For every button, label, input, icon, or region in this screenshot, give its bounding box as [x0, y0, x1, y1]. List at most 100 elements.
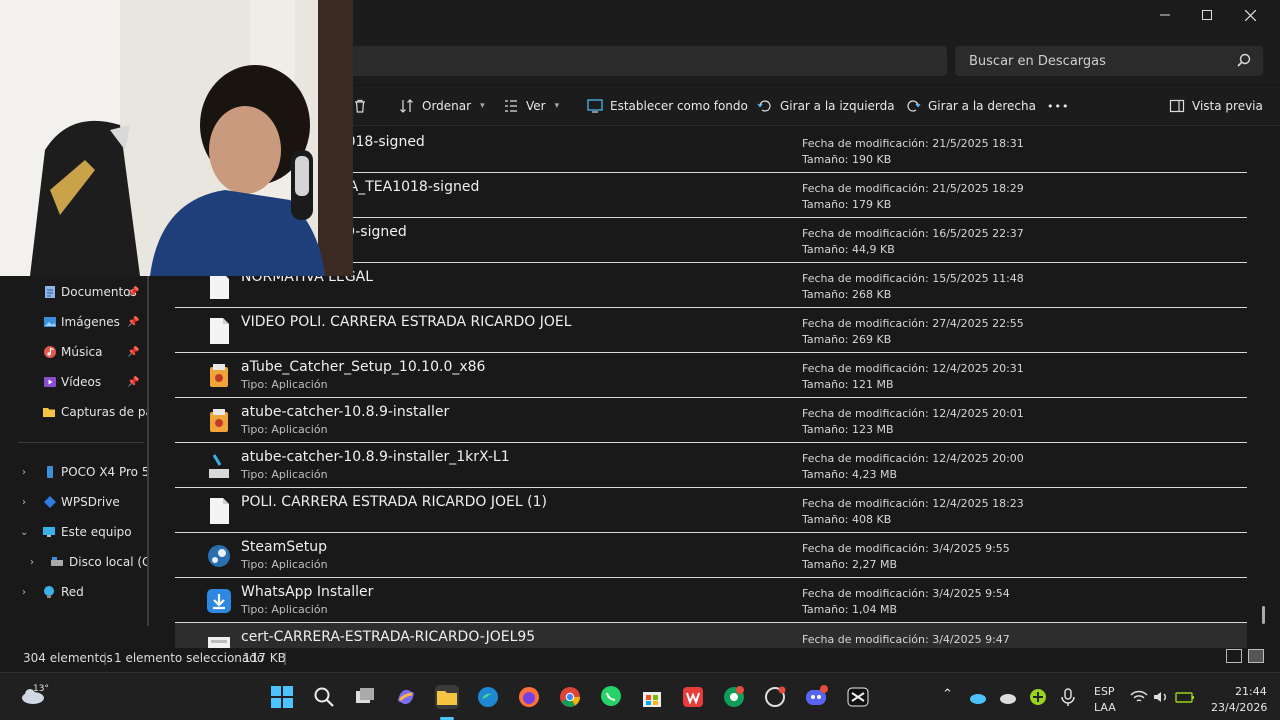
onedrive-tray-icon[interactable]: [968, 687, 988, 707]
sidebar-item-label: Imágenes: [61, 315, 120, 329]
copilot-button[interactable]: [394, 685, 418, 709]
wpsdrive-icon: [44, 496, 56, 508]
chatgpt-button[interactable]: [763, 685, 787, 709]
address-input[interactable]: [340, 46, 947, 76]
list-item[interactable]: POLI. CARRERA ESTRADA RICARDO JOEL (1) F…: [175, 488, 1247, 533]
whatsapp-icon: [601, 686, 621, 706]
keyboard-layout[interactable]: LAA: [1094, 701, 1116, 714]
file-size: Tamaño: 269 KB: [802, 333, 892, 346]
battery-tray-icon[interactable]: [1175, 688, 1195, 706]
clock-time[interactable]: 21:44: [1235, 685, 1267, 698]
selection-info: 1 elemento seleccionado: [114, 651, 265, 665]
phone-icon: [47, 466, 53, 478]
chevron-right-icon: ›: [22, 496, 26, 508]
show-hidden-icons-button[interactable]: ⌃: [942, 687, 953, 702]
list-item[interactable]: aTube_Catcher_Setup_10.10.0_x86 Tipo: Ap…: [175, 353, 1247, 398]
wifi-tray-icon[interactable]: [1130, 688, 1148, 706]
chrome-profile-button[interactable]: [722, 685, 746, 709]
rotate-right-button[interactable]: Girar a la derecha: [905, 86, 1036, 126]
chevron-right-icon: ›: [22, 466, 26, 478]
file-explorer-button[interactable]: [435, 685, 459, 709]
sidebar-item-capturas[interactable]: Capturas de par: [0, 397, 148, 427]
installer-icon: [209, 454, 229, 478]
sidebar-item-este-equipo[interactable]: ⌄ Este equipo: [0, 517, 148, 547]
more-options-button[interactable]: •••: [1047, 86, 1069, 126]
list-item[interactable]: atube-catcher-10.8.9-installer Tipo: Apl…: [175, 398, 1247, 443]
wifi-icon: [1130, 690, 1148, 702]
app-tray-icon[interactable]: [1028, 687, 1048, 707]
sidebar-item-wpsdrive[interactable]: › WPSDrive: [0, 487, 148, 517]
file-date: Fecha de modificación: 27/4/2025 22:55: [802, 317, 1024, 330]
sidebar-divider: [18, 442, 144, 443]
cloud-icon: [1000, 694, 1016, 704]
chevron-down-icon: ▾: [554, 101, 560, 111]
clock-date[interactable]: 23/4/2026: [1211, 701, 1267, 714]
sidebar-scrollbar[interactable]: [147, 276, 149, 626]
weather-temp: 13°: [33, 684, 49, 694]
file-size: Tamaño: 44,9 KB: [802, 243, 895, 256]
sidebar-item-label: Documentos: [61, 285, 137, 299]
steam-icon: [208, 545, 230, 567]
whatsapp-button[interactable]: [599, 685, 623, 709]
sidebar-item-musica[interactable]: Música 📌: [0, 337, 148, 367]
file-size: Tamaño: 268 KB: [802, 288, 892, 301]
close-button[interactable]: [1227, 0, 1273, 30]
taskbar: 13° ⌃ ESP LAA 21:44 23/4/2026: [0, 672, 1280, 720]
taskbar-search-button[interactable]: [312, 685, 336, 709]
maximize-button[interactable]: [1184, 0, 1230, 30]
file-date: Fecha de modificación: 3/4/2025 9:47: [802, 633, 1010, 646]
discord-button[interactable]: [804, 685, 828, 709]
file-name: SteamSetup: [241, 539, 327, 555]
sort-button[interactable]: Ordenar ▾: [399, 86, 485, 126]
details-view-button[interactable]: [1226, 649, 1242, 663]
minimize-button[interactable]: [1142, 0, 1188, 30]
file-size: Tamaño: 121 MB: [802, 378, 894, 391]
start-button[interactable]: [270, 685, 294, 709]
task-view-button[interactable]: [353, 685, 377, 709]
file-size: Tamaño: 123 MB: [802, 423, 894, 436]
store-button[interactable]: [640, 685, 664, 709]
sidebar-item-documentos[interactable]: Documentos 📌: [0, 277, 148, 307]
firefox-button[interactable]: [517, 685, 541, 709]
navigation-pane: Documentos 📌 Imágenes 📌 Música 📌 Vídeos …: [0, 276, 150, 646]
chevron-down-icon: ▾: [480, 101, 485, 111]
microphone-tray-icon[interactable]: [1058, 687, 1078, 707]
volume-tray-icon[interactable]: [1152, 688, 1170, 706]
file-name: atube-catcher-10.8.9-installer_1krX-L1: [241, 449, 510, 465]
rotate-left-button[interactable]: Girar a la izquierda: [757, 86, 895, 126]
delete-button[interactable]: [352, 86, 368, 126]
list-item-selected[interactable]: cert-CARRERA-ESTRADA-RICARDO-JOEL95 Fech…: [175, 623, 1247, 648]
sort-label: Ordenar: [422, 99, 472, 113]
document-icon: [210, 318, 229, 344]
list-item[interactable]: SteamSetup Tipo: Aplicación Fecha de mod…: [175, 533, 1247, 578]
chevron-down-icon: ⌄: [20, 526, 29, 538]
folder-icon: [43, 408, 55, 417]
set-background-button[interactable]: Establecer como fondo: [587, 86, 748, 126]
sidebar-item-disco-local[interactable]: › Disco local (C:: [0, 547, 148, 577]
search-input[interactable]: Buscar en Descargas: [955, 46, 1263, 76]
rotate-right-icon: [907, 100, 921, 112]
list-item[interactable]: atube-catcher-10.8.9-installer_1krX-L1 T…: [175, 443, 1247, 488]
cloud-sync-tray-icon[interactable]: [998, 687, 1018, 707]
sidebar-item-red[interactable]: › Red: [0, 577, 148, 607]
edge-button[interactable]: [476, 685, 500, 709]
chrome-button[interactable]: [558, 685, 582, 709]
capcut-button[interactable]: [846, 685, 870, 709]
preview-pane-button[interactable]: Vista previa: [1169, 86, 1263, 126]
file-date: Fecha de modificación: 12/4/2025 18:23: [802, 497, 1024, 510]
sidebar-item-poco[interactable]: › POCO X4 Pro 5G: [0, 457, 148, 487]
search-icon: [314, 687, 334, 707]
sidebar-item-imagenes[interactable]: Imágenes 📌: [0, 307, 148, 337]
wps-button[interactable]: [681, 685, 705, 709]
task-view-icon: [356, 688, 374, 703]
sidebar-item-label: Este equipo: [61, 525, 132, 539]
webcam-overlay: [0, 0, 353, 276]
view-button[interactable]: Ver ▾: [503, 86, 559, 126]
wps-icon: [683, 687, 703, 707]
sidebar-item-videos[interactable]: Vídeos 📌: [0, 367, 148, 397]
language-code[interactable]: ESP: [1094, 685, 1115, 698]
tiles-view-button[interactable]: [1248, 649, 1264, 663]
list-item[interactable]: VIDEO POLI. CARRERA ESTRADA RICARDO JOEL…: [175, 308, 1247, 353]
list-item[interactable]: WhatsApp Installer Tipo: Aplicación Fech…: [175, 578, 1247, 623]
file-list-scrollbar[interactable]: [1262, 606, 1265, 624]
